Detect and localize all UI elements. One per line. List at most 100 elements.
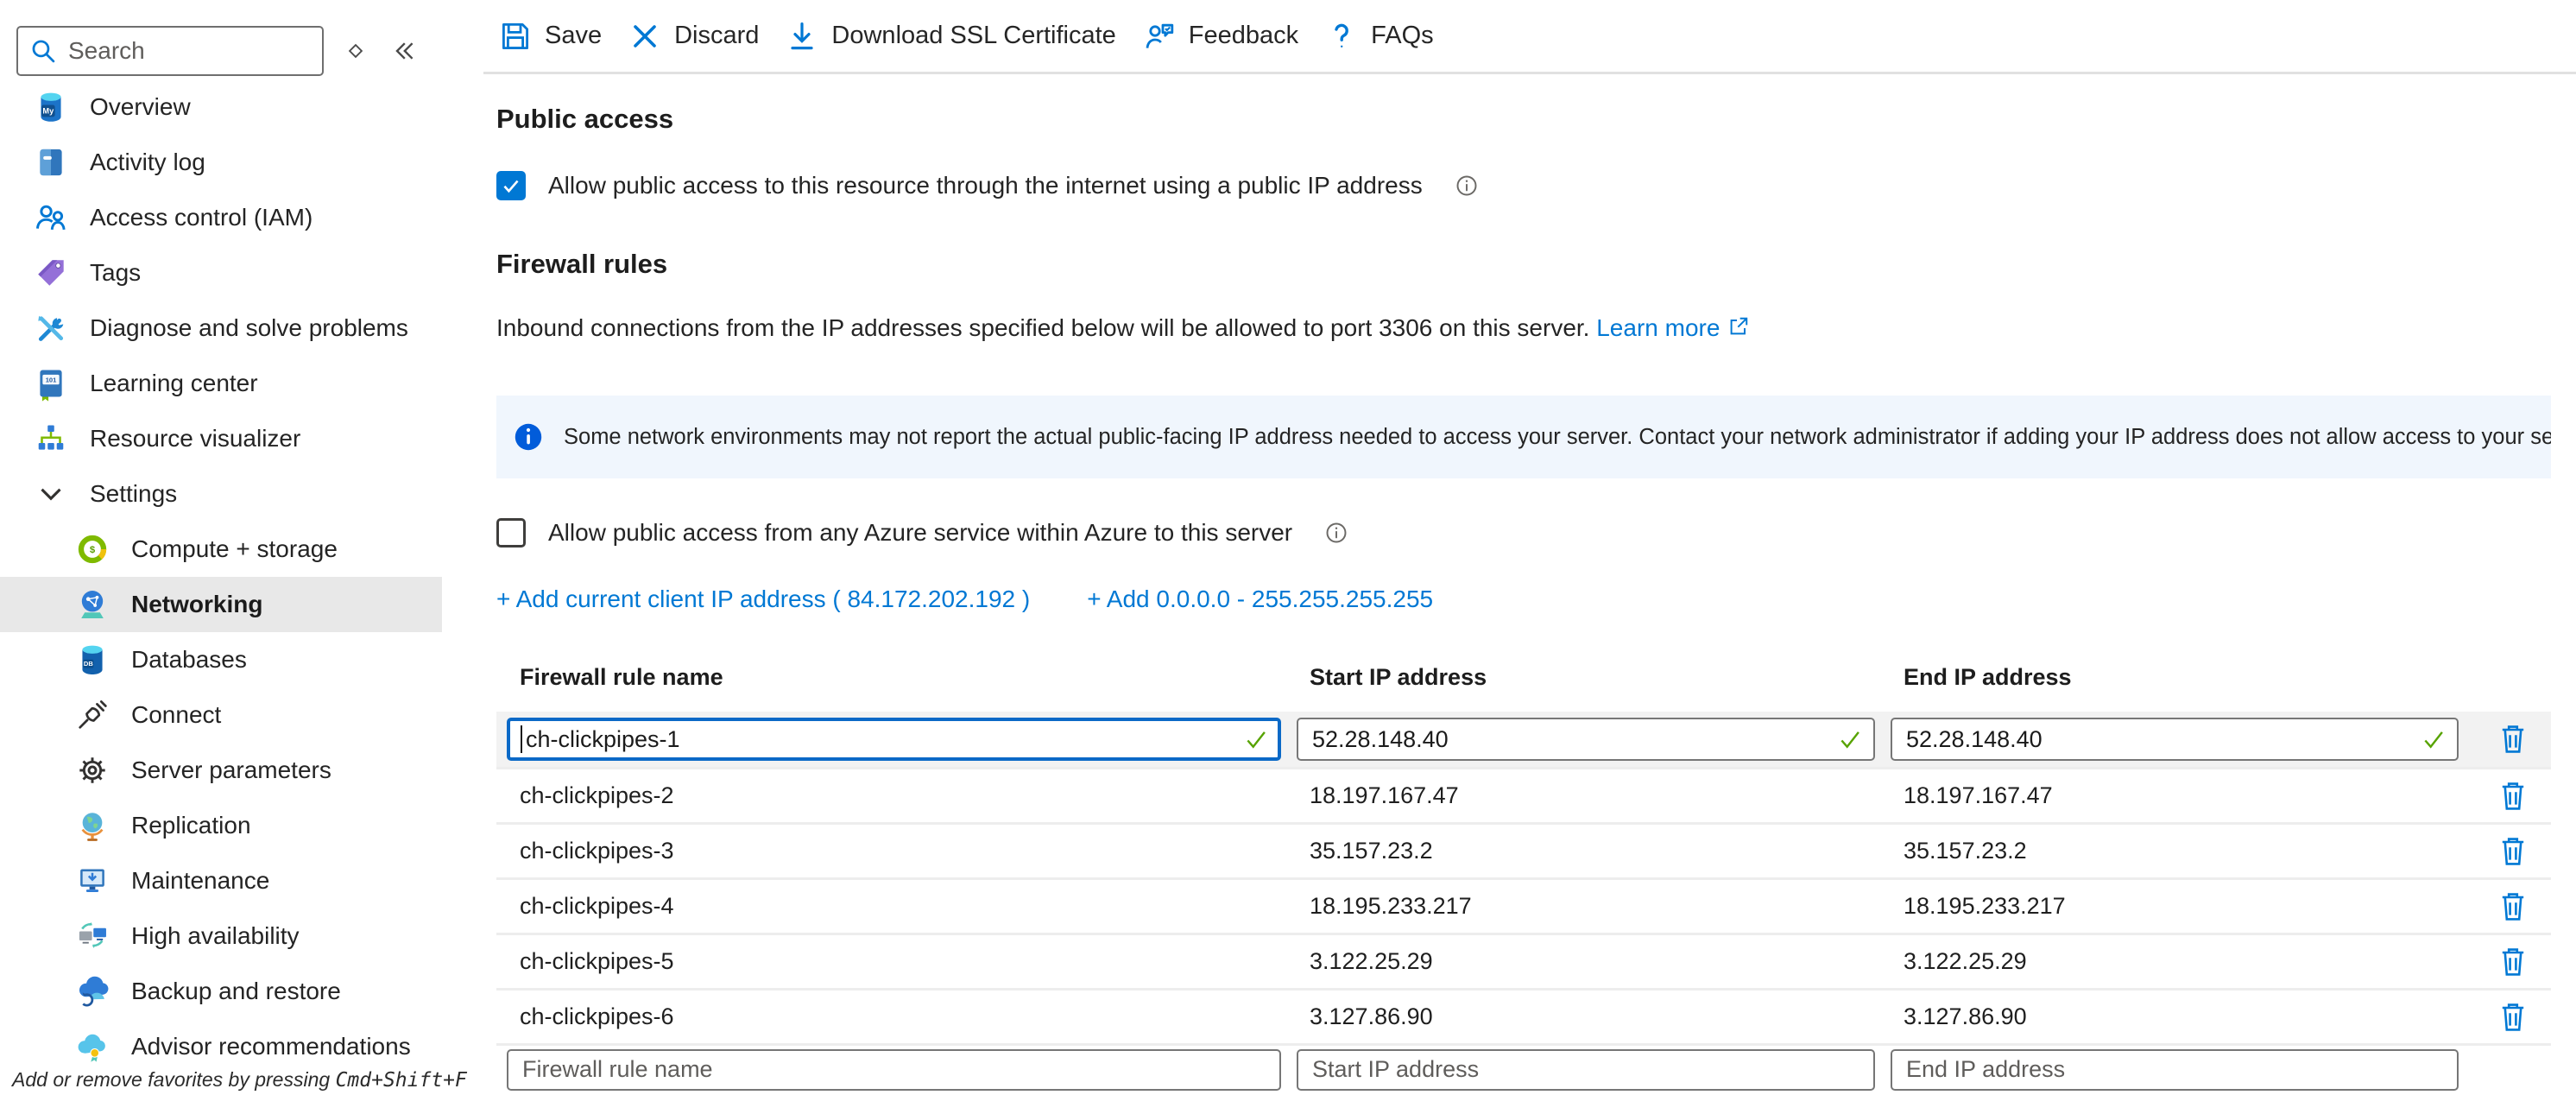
- download-ssl-certificate-button[interactable]: Download SSL Certificate: [772, 0, 1128, 72]
- delete-rule-button[interactable]: [2494, 943, 2532, 981]
- sidebar-item-networking[interactable]: Networking: [0, 577, 442, 632]
- advisor-icon: [74, 1029, 110, 1065]
- sidebar-item-label: Access control (IAM): [90, 204, 313, 231]
- toolbar-button-label: Feedback: [1189, 22, 1298, 50]
- favorites-hint-text: Add or remove favorites by pressing: [12, 1068, 336, 1091]
- firewall-rule-start-ip: 3.127.86.90: [1297, 1003, 1875, 1030]
- firewall-rule-end-ip: 18.197.167.47: [1891, 782, 2459, 809]
- sidebar-item-connect[interactable]: Connect: [0, 687, 442, 743]
- start-ip-input[interactable]: [1297, 718, 1875, 761]
- blade-body: Public access Allow public access to thi…: [483, 74, 2576, 1095]
- network-info-banner-text: Some network environments may not report…: [564, 425, 2551, 450]
- save-button[interactable]: Save: [485, 0, 615, 72]
- firewall-rule-end-ip: 35.157.23.2: [1891, 838, 2459, 864]
- sidebar-item-server-parameters[interactable]: Server parameters: [0, 743, 442, 798]
- maintenance-icon: [74, 863, 110, 899]
- sidebar-item-compute-storage[interactable]: $Compute + storage: [0, 522, 442, 577]
- firewall-rules-header-row: Firewall rule name Start IP address End …: [496, 660, 2551, 694]
- sidebar-item-resource-visualizer[interactable]: Resource visualizer: [0, 411, 442, 466]
- server-parameters-icon: [74, 752, 110, 788]
- delete-rule-button[interactable]: [2494, 720, 2532, 758]
- access-control-icon: [33, 199, 69, 236]
- high-availability-icon: [74, 918, 110, 954]
- resource-menu-sidebar: My Overview Activity log Access control (IA…: [0, 0, 483, 1095]
- feedback-button[interactable]: Feedback: [1129, 0, 1311, 72]
- favorites-hint-shortcut: Cmd+Shift+F: [336, 1069, 467, 1092]
- trash-icon: [2496, 889, 2530, 924]
- valid-check-icon: [1837, 726, 1863, 752]
- learn-more-link[interactable]: Learn more: [1596, 314, 1720, 341]
- sidebar-item-databases[interactable]: DB Databases: [0, 632, 442, 687]
- sidebar-item-tags[interactable]: Tags: [0, 245, 442, 301]
- firewall-rules-description-text: Inbound connections from the IP addresse…: [496, 314, 1589, 341]
- discard-button[interactable]: Discard: [615, 0, 772, 72]
- new-start-ip-input[interactable]: [1297, 1049, 1875, 1091]
- valid-check-icon: [2421, 726, 2447, 752]
- delete-rule-button[interactable]: [2494, 888, 2532, 926]
- new-firewall-rule-row: [496, 1043, 2551, 1093]
- firewall-rule-row: ch-clickpipes-335.157.23.235.157.23.2: [496, 822, 2551, 877]
- sidebar-item-access-control-iam[interactable]: Access control (IAM): [0, 190, 442, 245]
- firewall-rule-row: ch-clickpipes-63.127.86.903.127.86.90: [496, 988, 2551, 1043]
- firewall-rule-name: ch-clickpipes-3: [507, 838, 1281, 864]
- sidebar-item-diagnose-and-solve-problems[interactable]: Diagnose and solve problems: [0, 301, 442, 356]
- sidebar-item-label: Databases: [131, 646, 247, 674]
- rule-name-input[interactable]: [507, 718, 1281, 761]
- delete-rule-button[interactable]: [2494, 998, 2532, 1036]
- firewall-rule-row: ch-clickpipes-53.122.25.293.122.25.29: [496, 933, 2551, 988]
- sidebar-item-settings[interactable]: Settings: [0, 466, 442, 522]
- delete-rule-button[interactable]: [2494, 832, 2532, 870]
- firewall-rules-table: Firewall rule name Start IP address End …: [496, 660, 2551, 1093]
- sidebar-item-maintenance[interactable]: Maintenance: [0, 853, 442, 908]
- firewall-rule-name: ch-clickpipes-4: [507, 893, 1281, 920]
- public-access-checkbox[interactable]: [496, 171, 526, 200]
- sidebar-item-advisor-recommendations[interactable]: Advisor recommendations: [0, 1019, 442, 1074]
- sidebar-item-learning-center[interactable]: 101Learning center: [0, 356, 442, 411]
- new-end-ip-input[interactable]: [1891, 1049, 2459, 1091]
- networking-blade-content: Save Discard Download SSL Certificate Feedb…: [483, 0, 2576, 1095]
- azure-services-checkbox-row: Allow public access from any Azure servi…: [496, 518, 2551, 548]
- firewall-rule-row: ch-clickpipes-418.195.233.21718.195.233.…: [496, 877, 2551, 933]
- menu-view-toggle-button[interactable]: [336, 31, 376, 71]
- column-header-end-ip: End IP address: [1891, 664, 2459, 691]
- new-rule-name-input-wrap: [507, 1049, 1281, 1091]
- toolbar-button-label: Discard: [674, 22, 759, 50]
- collapse-menu-button[interactable]: [384, 31, 424, 71]
- info-icon[interactable]: [1454, 173, 1480, 199]
- add-all-ips-link[interactable]: + Add 0.0.0.0 - 255.255.255.255: [1087, 585, 1433, 613]
- faqs-button[interactable]: FAQs: [1311, 0, 1447, 72]
- mysql-server-icon: My: [33, 89, 69, 125]
- activity-log-icon: [33, 144, 69, 180]
- info-icon[interactable]: [1323, 520, 1349, 546]
- sidebar-item-high-availability[interactable]: High availability: [0, 908, 442, 964]
- info-solid-icon: [512, 421, 545, 453]
- search-input[interactable]: [66, 36, 312, 66]
- firewall-rule-name: ch-clickpipes-6: [507, 1003, 1281, 1030]
- trash-icon: [2496, 834, 2530, 869]
- databases-icon: DB: [74, 642, 110, 678]
- sidebar-item-overview[interactable]: My Overview: [0, 79, 442, 135]
- end-ip-input[interactable]: [1891, 718, 2459, 761]
- firewall-rules-title: Firewall rules: [496, 249, 2551, 280]
- sidebar-item-activity-log[interactable]: Activity log: [0, 135, 442, 190]
- delete-rule-button[interactable]: [2494, 777, 2532, 815]
- external-link-icon: [1727, 314, 1751, 339]
- sidebar-item-label: Replication: [131, 812, 251, 839]
- sidebar-item-label: Server parameters: [131, 756, 331, 784]
- public-access-checkbox-row: Allow public access to this resource thr…: [496, 171, 2551, 200]
- sidebar-item-replication[interactable]: Replication: [0, 798, 442, 853]
- add-client-ip-link[interactable]: + Add current client IP address ( 84.172…: [496, 585, 1030, 613]
- diamond-icon: [344, 39, 368, 63]
- trash-icon: [2496, 945, 2530, 979]
- sidebar-item-label: Overview: [90, 93, 191, 121]
- sidebar-item-label: Settings: [90, 480, 177, 508]
- sidebar-searchbox[interactable]: [16, 26, 324, 76]
- new-rule-name-input[interactable]: [507, 1049, 1281, 1091]
- sidebar-item-backup-and-restore[interactable]: Backup and restore: [0, 964, 442, 1019]
- rule-name-input-wrap: [507, 718, 1281, 761]
- replication-icon: [74, 807, 110, 844]
- sidebar-item-label: Compute + storage: [131, 535, 338, 563]
- download-icon: [785, 19, 819, 54]
- azure-services-checkbox[interactable]: [496, 518, 526, 548]
- sidebar-item-label: Advisor recommendations: [131, 1033, 411, 1060]
